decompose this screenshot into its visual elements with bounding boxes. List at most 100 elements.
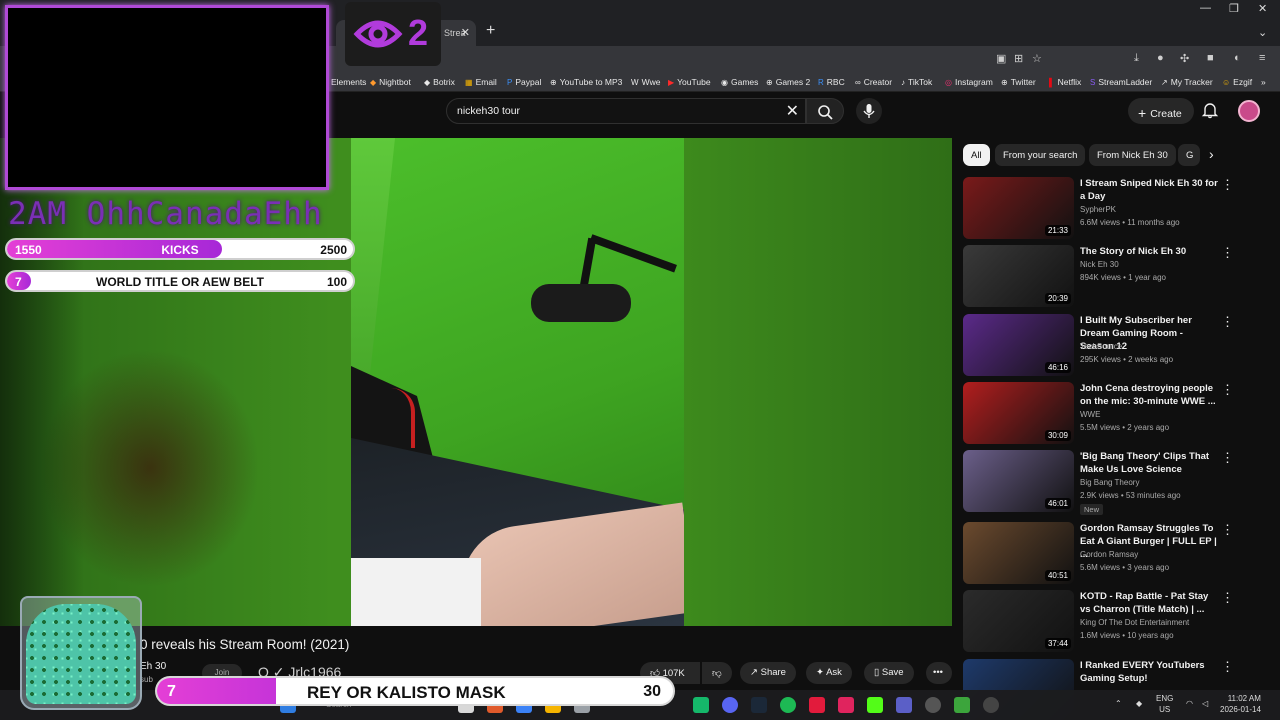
kick-icon[interactable] [867, 697, 883, 713]
spotify-icon[interactable] [780, 697, 796, 713]
bookmark-item[interactable]: ▌ Netflix [1049, 77, 1081, 87]
bookmark-item[interactable]: ▦ Email [465, 77, 497, 87]
recommendation-title[interactable]: 'Big Bang Theory' Clips That Make Us Lov… [1080, 450, 1218, 476]
bookmark-item[interactable]: S StreamLadder [1090, 77, 1152, 87]
bookmark-item[interactable]: ◆ Nightbot [370, 77, 411, 87]
recommendation-channel[interactable]: Gordon Ramsay [1080, 550, 1138, 559]
browser-menu-icon[interactable]: ≡ [1259, 52, 1265, 64]
recommendation-item[interactable]: 21:33 I Stream Sniped Nick Eh 30 for a Da… [963, 177, 1263, 239]
chip-more[interactable]: G [1178, 144, 1200, 166]
bookmark-item[interactable]: ☺ Ezgif [1222, 77, 1252, 87]
notifications-bell-icon[interactable] [1201, 101, 1219, 119]
app-icon[interactable] [925, 697, 941, 713]
clear-search-icon[interactable]: ✕ [786, 101, 799, 121]
more-actions-button[interactable]: ••• [926, 662, 952, 684]
video-thumbnail[interactable]: 46:16 [963, 314, 1074, 376]
bookmark-item[interactable]: Elements [331, 77, 366, 87]
recommendation-channel[interactable]: TechSource [1080, 342, 1122, 351]
bookmark-item[interactable]: R RBC [818, 77, 845, 87]
recommendation-item[interactable]: 37:44 KOTD - Rap Battle - Pat Stay vs Cha… [963, 590, 1263, 652]
volume-icon[interactable]: ◁ [1202, 698, 1208, 709]
more-options-icon[interactable]: ⋮ [1221, 314, 1234, 330]
video-thumbnail[interactable]: 30:09 [963, 382, 1074, 444]
bookmark-item[interactable]: ⊕ YouTube to MP3 [550, 77, 622, 87]
language-indicator[interactable]: ENG US [1156, 693, 1173, 715]
recommendation-item[interactable]: 40:51 Gordon Ramsay Struggles To Eat A Gi… [963, 522, 1263, 584]
app-icon[interactable] [954, 697, 970, 713]
chevron-right-icon[interactable]: › [1209, 146, 1214, 162]
voice-search-button[interactable] [856, 98, 882, 124]
recommendation-item[interactable]: 46:01 'Big Bang Theory' Clips That Make U… [963, 450, 1263, 515]
recommendation-title[interactable]: I Ranked EVERY YouTubers Gaming Setup! [1080, 659, 1218, 685]
search-button[interactable] [806, 98, 844, 124]
bookmark-item[interactable]: ↗ My Tracker [1161, 77, 1213, 87]
app-icon[interactable] [896, 697, 912, 713]
tray-app-icon[interactable]: ◆ [1136, 698, 1142, 709]
chip-all[interactable]: All [963, 144, 990, 166]
ask-button[interactable]: ✦ Ask [806, 662, 852, 684]
more-options-icon[interactable]: ⋮ [1221, 177, 1234, 193]
create-button[interactable]: + Create [1128, 98, 1194, 124]
more-options-icon[interactable]: ⋮ [1221, 450, 1234, 466]
bookmark-item[interactable]: ◉ Games [721, 77, 758, 87]
tray-chevron-icon[interactable]: ⌃ [1115, 698, 1122, 709]
app-icon[interactable] [693, 697, 709, 713]
app-icon[interactable] [838, 697, 854, 713]
cast-icon[interactable]: ▣ [996, 52, 1006, 65]
discord-icon[interactable] [722, 697, 738, 713]
recommendation-channel[interactable]: King Of The Dot Entertainment [1080, 618, 1189, 627]
share-button[interactable]: ↗ Share [740, 662, 796, 684]
bookmarks-overflow-icon[interactable]: » [1261, 77, 1266, 87]
more-options-icon[interactable]: ⋮ [1221, 590, 1234, 606]
more-options-icon[interactable]: ⋮ [1221, 659, 1234, 675]
save-button[interactable]: ▯ Save [864, 662, 914, 684]
video-thumbnail[interactable]: 40:51 [963, 522, 1074, 584]
recommendation-title[interactable]: John Cena destroying people on the mic: … [1080, 382, 1218, 408]
recommendation-title[interactable]: The Story of Nick Eh 30 [1080, 245, 1218, 258]
video-thumbnail[interactable]: 46:01 [963, 450, 1074, 512]
new-tab-icon[interactable]: + [486, 22, 495, 40]
recommendation-channel[interactable]: WWE [1080, 410, 1100, 419]
close-tab-icon[interactable]: ✕ [461, 26, 470, 39]
clock[interactable]: 11:02 AM 2026-01-14 [1220, 693, 1261, 715]
bookmark-item[interactable]: P Paypal [507, 77, 541, 87]
bookmark-item[interactable]: ◎ Instagram [945, 77, 993, 87]
extensions-icon[interactable]: ✣ [1180, 52, 1189, 65]
install-icon[interactable]: ⊞ [1014, 52, 1023, 65]
recommendation-item[interactable]: 20:39 The Story of Nick Eh 30 Nick Eh 30 89… [963, 245, 1263, 307]
steam-icon[interactable] [751, 697, 767, 713]
chip-from-channel[interactable]: From Nick Eh 30 [1089, 144, 1176, 166]
recommendation-channel[interactable]: SypherPK [1080, 205, 1116, 214]
search-input[interactable]: nickeh30 tour [457, 105, 520, 117]
restore-icon[interactable]: ❐ [1229, 2, 1239, 15]
recommendation-channel[interactable]: Big Bang Theory [1080, 478, 1139, 487]
recommendation-title[interactable]: KOTD - Rap Battle - Pat Stay vs Charron … [1080, 590, 1218, 616]
network-icon[interactable]: ◠ [1186, 698, 1193, 709]
bookmark-star-icon[interactable]: ☆ [1032, 52, 1042, 65]
obs-icon[interactable] [983, 697, 999, 713]
extension-red-icon[interactable]: ■ [1207, 52, 1214, 64]
video-thumbnail[interactable]: 37:44 [963, 590, 1074, 652]
recommendation-title[interactable]: I Stream Sniped Nick Eh 30 for a Day [1080, 177, 1218, 203]
chip-from-search[interactable]: From your search [995, 144, 1086, 166]
extension-k-icon[interactable]: ● [1157, 52, 1164, 64]
more-options-icon[interactable]: ⋮ [1221, 382, 1234, 398]
bookmark-item[interactable]: ⊕ Games 2 [766, 77, 810, 87]
recommendation-item[interactable]: 46:16 I Built My Subscriber her Dream Gam… [963, 314, 1263, 376]
tab-search-icon[interactable]: ⌄ [1258, 26, 1267, 39]
video-thumbnail[interactable]: 20:39 [963, 245, 1074, 307]
dislike-button[interactable]: 👎︎ [702, 662, 732, 684]
download-icon[interactable]: ⤓ [1134, 52, 1139, 65]
bookmark-item[interactable]: ◆ Botrix [424, 77, 455, 87]
more-options-icon[interactable]: ⋮ [1221, 522, 1234, 538]
recommendation-item[interactable]: 30:09 John Cena destroying people on the … [963, 382, 1263, 444]
minimize-icon[interactable]: — [1200, 2, 1211, 14]
profile-icon[interactable]: ◐ [1234, 52, 1241, 64]
bookmark-item[interactable]: ∞ Creator [855, 77, 892, 87]
more-options-icon[interactable]: ⋮ [1221, 245, 1234, 261]
bookmark-item[interactable]: ⊕ Twitter [1001, 77, 1036, 87]
search-box[interactable]: nickeh30 tour ✕ [446, 98, 806, 124]
bookmark-item[interactable]: ▶ YouTube [668, 77, 711, 87]
channel-name[interactable]: Eh 30 [140, 661, 166, 672]
bookmark-item[interactable]: ♪ TikTok [901, 77, 932, 87]
